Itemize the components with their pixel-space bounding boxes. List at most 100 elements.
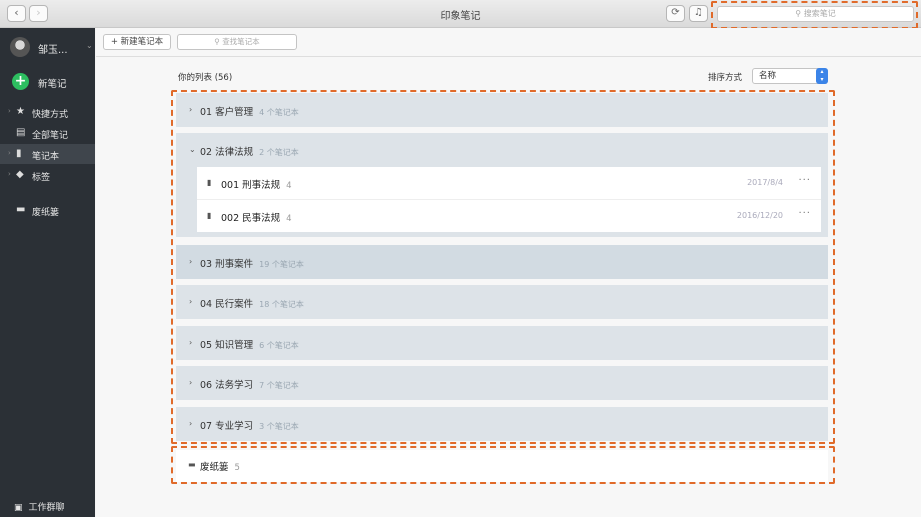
new-notebook-button[interactable]: + 新建笔记本 [103,34,171,50]
work-chat-label: 工作群聊 [28,503,65,513]
trash-name: 废纸篓 5 [200,459,240,473]
sort-select[interactable]: 名称 ▴ ▾ [752,68,828,84]
plus-icon: + [110,37,118,47]
chevron-down-icon: ⌄ [86,41,93,50]
stack-count: 7 个笔记本 [259,381,299,390]
stack-header[interactable]: › 06 法务学习 7 个笔记本 [176,366,828,400]
notebook-title: 002 民事法规 [221,213,281,224]
notebook-title: 001 刑事法规 [221,180,281,191]
trash-count: 5 [234,463,240,473]
notifications-button[interactable]: ♫ [689,5,708,22]
account-menu[interactable]: 邹玉... ⌄ [10,37,93,57]
stack-header[interactable]: › 03 刑事案件 19 个笔记本 [176,245,828,279]
sidebar-item-label: 快捷方式 [32,110,69,120]
sidebar-item-notebooks[interactable]: › ▮ 笔记本 [0,144,95,164]
chevron-right-icon: › [189,378,193,387]
sort-label: 排序方式 [708,73,743,83]
stack-count: 19 个笔记本 [259,260,304,269]
stack-name: 01 客户管理 4 个笔记本 [200,104,299,118]
notebook-date: 2016/12/20 [736,211,783,220]
bell-icon: ♫ [694,7,703,18]
notebook-row[interactable]: ▮ 001 刑事法规 4 2017/8/4 ··· [197,167,821,199]
stack-row[interactable]: › 04 民行案件 18 个笔记本 [176,285,828,319]
stack-title: 07 专业学习 [200,421,254,432]
chevron-right-icon: › [189,419,193,428]
avatar [10,37,30,57]
sidebar: 邹玉... ⌄ + 新笔记 › ★ 快捷方式 ▤ 全部笔记 › ▮ 笔记本 › … [0,28,95,517]
sort-value: 名称 [759,71,777,81]
search-icon: ⚲ [214,37,220,46]
stack-name: 06 法务学习 7 个笔记本 [200,377,299,391]
stack-name: 04 民行案件 18 个笔记本 [200,296,304,310]
sync-icon: ⟳ [671,7,680,18]
search-input[interactable]: ⚲ 搜索笔记 [717,6,914,22]
stack-name: 07 专业学习 3 个笔记本 [200,418,299,432]
stack-header[interactable]: ⌄ 02 法律法规 2 个笔记本 [176,133,828,167]
toolbar: + 新建笔记本 ⚲ 查找笔记本 [96,28,921,57]
new-note-label: 新笔记 [38,79,67,90]
stack-count: 6 个笔记本 [259,341,299,350]
sidebar-item-label: 笔记本 [32,152,60,162]
more-options-icon[interactable]: ··· [798,208,811,219]
sidebar-item-label: 标签 [32,173,51,183]
notebook-icon: ▮ [207,211,212,220]
trash-row[interactable]: ▬ 废纸篓 5 [176,450,828,482]
stack-row[interactable]: › 07 专业学习 3 个笔记本 [176,407,828,441]
sidebar-item-label: 全部笔记 [32,131,69,141]
chevron-right-icon: › [8,107,11,115]
sync-button[interactable]: ⟳ [666,5,685,22]
star-icon: ★ [16,106,25,117]
chevron-right-icon: › [189,338,193,347]
sidebar-item-tags[interactable]: › ◆ 标签 [0,165,95,185]
notebook-name: 002 民事法规 4 [221,210,292,224]
trash-icon: ▬ [188,460,196,469]
search-icon: ⚲ [795,9,802,18]
stack-count: 4 个笔记本 [259,108,299,117]
notebook-date: 2017/8/4 [747,178,783,187]
stack-header[interactable]: › 05 知识管理 6 个笔记本 [176,326,828,360]
stack-row[interactable]: › 03 刑事案件 19 个笔记本 [176,245,828,279]
find-notebook-placeholder: 查找笔记本 [222,37,260,46]
stack-row-expanded: ⌄ 02 法律法规 2 个笔记本 ▮ 001 刑事法规 4 2017/8/4 ···… [176,133,828,237]
chevron-right-icon: › [189,297,193,306]
notebook-icon: ▮ [16,148,22,159]
title-bar: ‹ › 印象笔记 ⟳ ♫ ⚲ 搜索笔记 [0,0,921,28]
stack-name: 05 知识管理 6 个笔记本 [200,337,299,351]
find-notebook-input[interactable]: ⚲ 查找笔记本 [177,34,297,50]
stack-header[interactable]: › 04 民行案件 18 个笔记本 [176,285,828,319]
notebook-row[interactable]: ▮ 002 民事法规 4 2016/12/20 ··· [197,200,821,232]
stack-count: 3 个笔记本 [259,422,299,431]
work-chat-button[interactable]: ▣ 工作群聊 [14,500,65,513]
tag-icon: ◆ [16,169,24,180]
stack-name: 02 法律法规 2 个笔记本 [200,144,299,158]
stack-header[interactable]: › 01 客户管理 4 个笔记本 [176,93,828,127]
sidebar-item-shortcuts[interactable]: › ★ 快捷方式 [0,102,95,122]
list-count: 你的列表 (56) [178,73,233,83]
new-note-button[interactable]: + 新笔记 [12,73,92,91]
note-icon: ▤ [16,127,26,138]
notebook-count: 4 [286,181,292,191]
stack-row[interactable]: › 05 知识管理 6 个笔记本 [176,326,828,360]
stack-row[interactable]: › 01 客户管理 4 个笔记本 [176,93,828,127]
chat-icon: ▣ [14,503,23,513]
new-notebook-label: 新建笔记本 [120,37,164,47]
sidebar-item-all-notes[interactable]: ▤ 全部笔记 [0,123,95,143]
stack-row[interactable]: › 06 法务学习 7 个笔记本 [176,366,828,400]
sidebar-item-label: 废纸篓 [32,208,60,218]
plus-icon: + [12,73,29,90]
stack-header[interactable]: › 07 专业学习 3 个笔记本 [176,407,828,441]
sidebar-item-trash[interactable]: ▬ 废纸篓 [0,200,95,220]
user-name: 邹玉... [38,45,68,56]
notebook-name: 001 刑事法规 4 [221,177,292,191]
more-options-icon[interactable]: ··· [798,175,811,186]
trash-icon: ▬ [16,204,26,215]
stack-title: 02 法律法规 [200,147,254,158]
stack-count: 18 个笔记本 [259,300,304,309]
stack-title: 04 民行案件 [200,299,254,310]
notebook-list-panel: 你的列表 (56) 排序方式 名称 ▴ ▾ › 01 客户管理 4 个笔记本 ⌄ 0… [96,57,921,517]
notebook-icon: ▮ [207,178,212,187]
stack-title: 06 法务学习 [200,380,254,391]
stack-name: 03 刑事案件 19 个笔记本 [200,256,304,270]
stack-count: 2 个笔记本 [259,148,299,157]
stack-title: 05 知识管理 [200,340,254,351]
